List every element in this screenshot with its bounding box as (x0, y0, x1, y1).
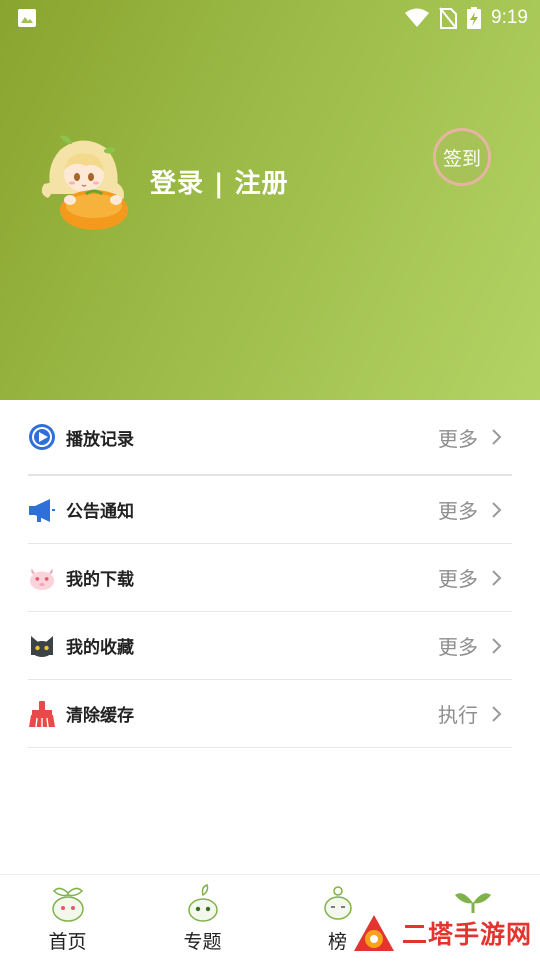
battery-charging-icon (467, 7, 482, 29)
menu-item-play-history[interactable]: 播放记录 更多 (28, 400, 512, 476)
chevron-right-icon (492, 501, 502, 518)
menu-item-favorites[interactable]: 我的收藏 更多 (28, 612, 512, 680)
broom-icon (28, 700, 56, 728)
watermark: 二塔手游网 (352, 912, 532, 954)
menu-item-downloads[interactable]: 我的下载 更多 (28, 544, 512, 612)
sprout-face-icon (51, 887, 84, 922)
chevron-right-icon (492, 637, 502, 654)
tab-label: 首页 (48, 931, 87, 953)
more-link[interactable]: 更多 (438, 631, 478, 660)
chevron-right-icon (492, 569, 502, 586)
menu-item-label: 播放记录 (66, 429, 134, 450)
menu-item-label: 清除缓存 (66, 706, 134, 726)
tab-home[interactable]: 首页 (0, 883, 135, 961)
chevron-right-icon (492, 429, 502, 445)
more-link[interactable]: 更多 (438, 495, 478, 524)
pink-creature-icon (28, 564, 56, 592)
avatar[interactable] (30, 132, 134, 232)
menu-item-label: 我的下载 (66, 570, 134, 590)
sprout-face-icon (187, 884, 218, 922)
more-link[interactable]: 更多 (438, 563, 478, 592)
more-link[interactable]: 更多 (438, 423, 478, 452)
watermark-logo-icon (354, 915, 394, 951)
chevron-right-icon (492, 705, 502, 722)
cat-icon (28, 632, 56, 660)
image-icon (18, 9, 36, 27)
menu-item-label: 公告通知 (66, 502, 134, 522)
status-time: 9:19 (491, 7, 528, 28)
checkin-button[interactable]: 签到 (433, 128, 491, 186)
menu-list: 播放记录 更多 公告通知 更多 我的下载 更多 我的收藏 更多 清除缓存 执行 (0, 400, 540, 748)
profile-header: 9:19 登录 | 注册 签到 (0, 0, 540, 400)
status-bar: 9:19 (0, 0, 540, 36)
login-register-link[interactable]: 登录 | 注册 (150, 163, 289, 200)
tab-topics[interactable]: 专题 (135, 883, 270, 961)
execute-link[interactable]: 执行 (438, 699, 478, 728)
no-sim-icon (439, 7, 458, 29)
tab-label: 榜 (327, 931, 347, 953)
menu-item-announcements[interactable]: 公告通知 更多 (28, 476, 512, 544)
checkin-label: 签到 (442, 147, 481, 170)
menu-item-label: 我的收藏 (66, 638, 134, 658)
watermark-text: 二塔手游网 (402, 920, 533, 949)
megaphone-icon (28, 496, 56, 524)
wifi-icon (405, 8, 430, 27)
menu-item-clear-cache[interactable]: 清除缓存 执行 (28, 680, 512, 748)
play-circle-icon (28, 423, 56, 451)
tab-label: 专题 (183, 931, 222, 953)
